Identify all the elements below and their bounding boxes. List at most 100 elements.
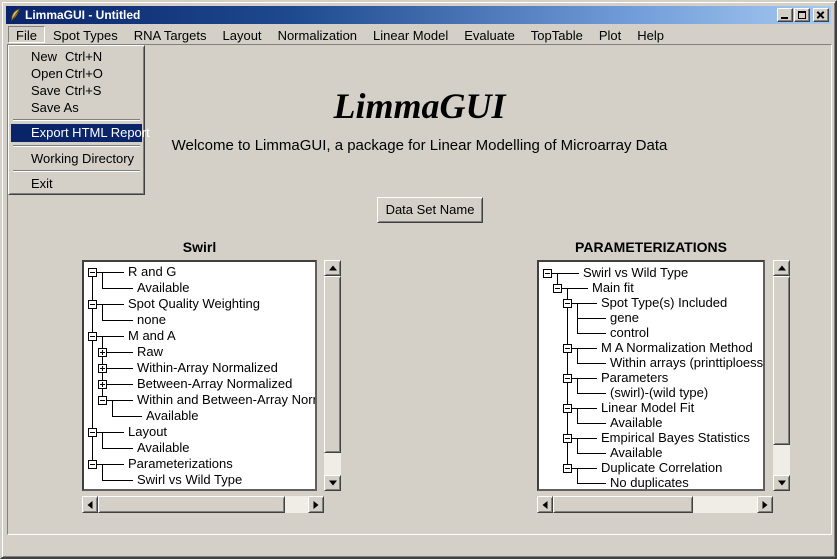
collapse-icon[interactable] [88, 428, 97, 437]
swirl-horizontal-scrollbar[interactable] [82, 496, 324, 513]
tree-node-within-and-between-array-norm[interactable]: Within and Between-Array Norm [137, 392, 317, 407]
tree-node-parameters[interactable]: Parameters [601, 370, 668, 385]
menu-spot-types[interactable]: Spot Types [45, 26, 126, 43]
menu-separator [13, 145, 140, 147]
tree-line [102, 464, 103, 481]
tree-line [577, 438, 578, 454]
scroll-left-button[interactable] [82, 496, 98, 513]
tree-node-empirical-bayes-statistics[interactable]: Empirical Bayes Statistics [601, 430, 750, 445]
menu-layout[interactable]: Layout [215, 26, 270, 43]
menu-plot[interactable]: Plot [591, 26, 629, 43]
tree-node-duplicate-correlation[interactable]: Duplicate Correlation [601, 460, 722, 475]
scroll-down-button[interactable] [324, 475, 341, 491]
close-icon [814, 9, 828, 21]
tree-node-spot-quality-weighting[interactable]: Spot Quality Weighting [128, 296, 260, 311]
scrollbar-thumb[interactable] [773, 276, 790, 445]
arrow-left-icon [543, 501, 548, 509]
collapse-icon[interactable] [88, 460, 97, 469]
scroll-right-button[interactable] [757, 496, 773, 513]
collapse-icon[interactable] [98, 396, 107, 405]
tree-node-within-array-normalized[interactable]: Within-Array Normalized [137, 360, 278, 375]
minimize-button[interactable] [777, 8, 793, 22]
tree-line [577, 318, 606, 319]
collapse-icon[interactable] [88, 332, 97, 341]
tree-node-no-duplicates[interactable]: No duplicates [610, 475, 689, 490]
tree-node-linear-model-fit[interactable]: Linear Model Fit [601, 400, 694, 415]
tree-node-m-a-normalization-method[interactable]: M A Normalization Method [601, 340, 753, 355]
expand-icon[interactable] [98, 364, 107, 373]
scroll-up-button[interactable] [773, 260, 790, 276]
menu-toptable[interactable]: TopTable [523, 26, 591, 43]
menu-item-new[interactable]: NewCtrl+N [10, 48, 143, 65]
arrow-right-icon [763, 501, 768, 509]
tree-node-m-and-a[interactable]: M and A [128, 328, 176, 343]
parameterizations-tree[interactable]: Swirl vs Wild TypeMain fitSpot Type(s) I… [537, 260, 765, 491]
swirl-tree[interactable]: R and GAvailableSpot Quality Weightingno… [82, 260, 317, 491]
collapse-icon[interactable] [563, 464, 572, 473]
swirl-vertical-scrollbar[interactable] [324, 260, 341, 491]
menu-help[interactable]: Help [629, 26, 672, 43]
scrollbar-thumb[interactable] [324, 276, 341, 453]
collapse-icon[interactable] [88, 268, 97, 277]
arrow-down-icon [329, 481, 337, 486]
tree-node-swirl-vs-wild-type[interactable]: Swirl vs Wild Type [137, 472, 242, 487]
tree-node-swirl-vs-wild-type[interactable]: Swirl vs Wild Type [583, 265, 688, 280]
tree-node-available[interactable]: Available [137, 280, 190, 295]
tree-node-control[interactable]: control [610, 325, 649, 340]
menu-normalization[interactable]: Normalization [270, 26, 365, 43]
scroll-up-button[interactable] [324, 260, 341, 276]
menu-item-save-as[interactable]: Save As [10, 99, 143, 116]
tree-line [577, 453, 606, 454]
menu-linear-model[interactable]: Linear Model [365, 26, 456, 43]
maximize-button[interactable] [794, 8, 810, 22]
data-set-name-button[interactable]: Data Set Name [377, 197, 483, 223]
arrow-right-icon [314, 501, 319, 509]
tree-line [577, 408, 578, 424]
scrollbar-thumb[interactable] [553, 496, 693, 513]
menu-item-export-html-report[interactable]: Export HTML Report [11, 124, 142, 142]
tree-node-gene[interactable]: gene [610, 310, 639, 325]
close-button[interactable] [813, 8, 829, 22]
scroll-right-button[interactable] [308, 496, 324, 513]
tree-node-available[interactable]: Available [610, 415, 663, 430]
menu-file[interactable]: File [8, 26, 45, 43]
title-bar[interactable]: LimmaGUI - Untitled [6, 6, 831, 24]
tree-node-available[interactable]: Available [146, 408, 199, 423]
menu-item-open[interactable]: OpenCtrl+O [10, 65, 143, 82]
collapse-icon[interactable] [563, 374, 572, 383]
tree-node-swirl-wild-type[interactable]: (swirl)-(wild type) [610, 385, 708, 400]
collapse-icon[interactable] [563, 344, 572, 353]
menu-item-label: Export HTML Report [31, 124, 150, 142]
tree-node-available[interactable]: Available [610, 445, 663, 460]
collapse-icon[interactable] [88, 300, 97, 309]
menu-rna-targets[interactable]: RNA Targets [126, 26, 215, 43]
menu-evaluate[interactable]: Evaluate [456, 26, 523, 43]
scrollbar-thumb[interactable] [98, 496, 285, 513]
tree-node-raw[interactable]: Raw [137, 344, 163, 359]
collapse-icon[interactable] [563, 299, 572, 308]
menu-item-save[interactable]: SaveCtrl+S [10, 82, 143, 99]
tree-node-between-array-normalized[interactable]: Between-Array Normalized [137, 376, 292, 391]
tree-node-r-and-g[interactable]: R and G [128, 264, 176, 279]
parameterizations-vertical-scrollbar[interactable] [773, 260, 790, 491]
tree-node-within-arrays-printtiploess-a[interactable]: Within arrays (printtiploess) a [610, 355, 765, 370]
tree-node-layout[interactable]: Layout [128, 424, 167, 439]
tree-line [577, 468, 578, 484]
tree-node-none[interactable]: none [137, 312, 166, 327]
tree-node-spot-type-s-included[interactable]: Spot Type(s) Included [601, 295, 727, 310]
menu-item-working-directory[interactable]: Working Directory [10, 150, 143, 167]
scroll-left-button[interactable] [537, 496, 553, 513]
scroll-down-button[interactable] [773, 475, 790, 491]
tree-node-main-fit[interactable]: Main fit [592, 280, 634, 295]
collapse-icon[interactable] [563, 434, 572, 443]
swirl-tree-header: Swirl [82, 239, 317, 255]
expand-icon[interactable] [98, 348, 107, 357]
tree-node-parameterizations[interactable]: Parameterizations [128, 456, 233, 471]
parameterizations-horizontal-scrollbar[interactable] [537, 496, 773, 513]
collapse-icon[interactable] [563, 404, 572, 413]
collapse-icon[interactable] [553, 284, 562, 293]
expand-icon[interactable] [98, 380, 107, 389]
tree-node-available[interactable]: Available [137, 440, 190, 455]
menu-item-exit[interactable]: Exit [10, 175, 143, 192]
collapse-icon[interactable] [543, 269, 552, 278]
